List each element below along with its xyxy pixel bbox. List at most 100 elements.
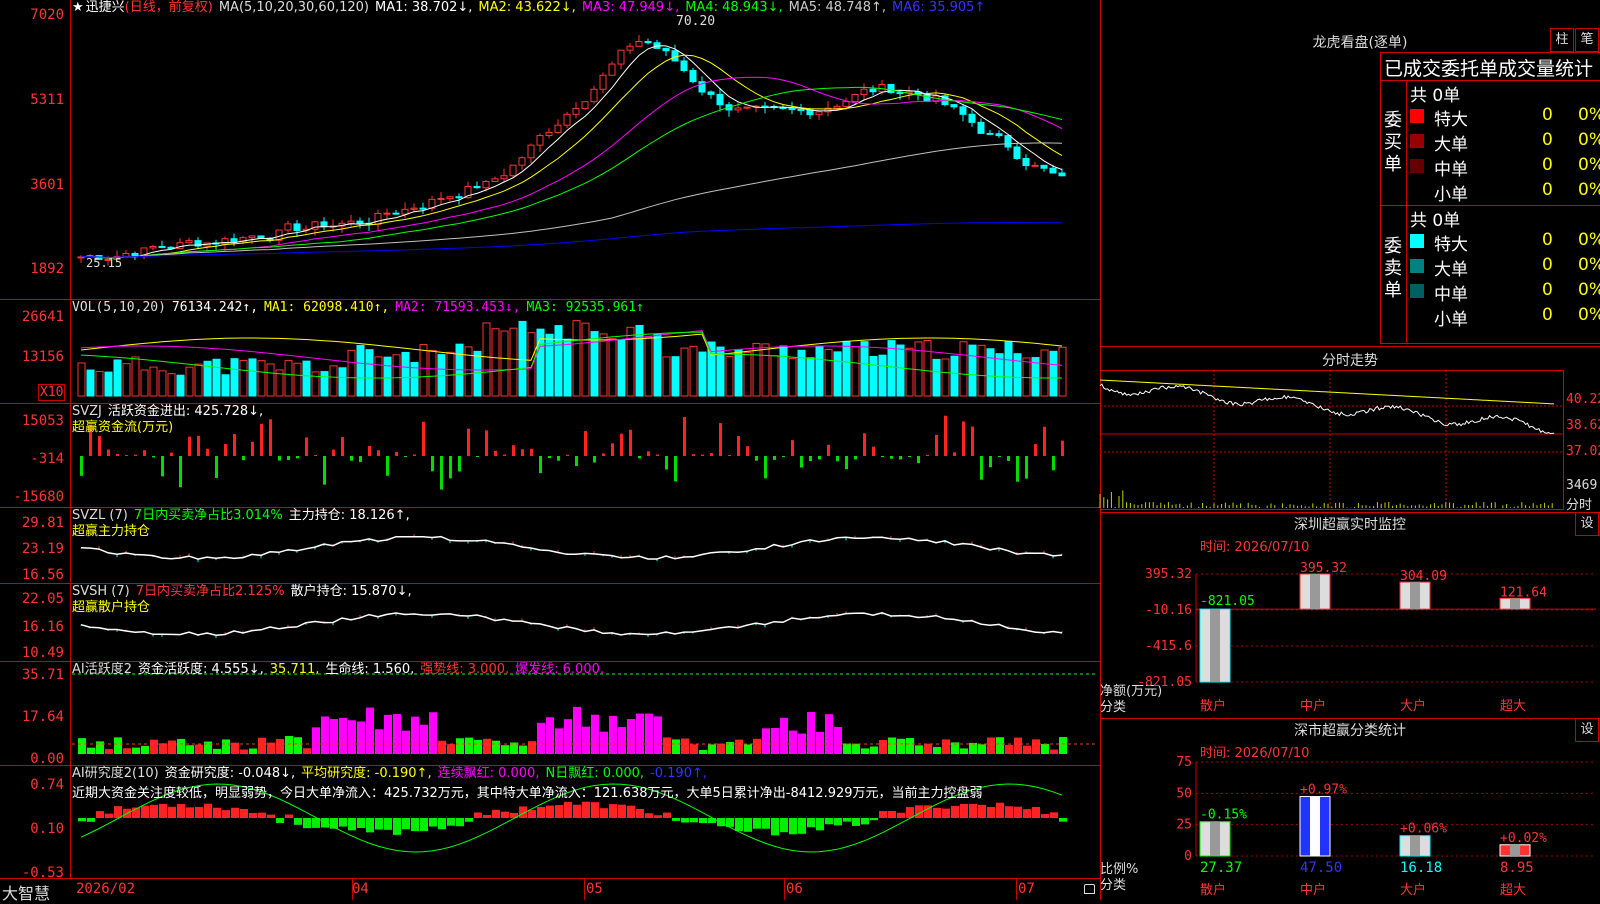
research-bar <box>942 808 950 818</box>
volume-bar <box>851 346 860 397</box>
research-bar <box>249 812 257 818</box>
volume-panel[interactable]: 26641 13156 X10 VOL(5,10,20) 76134.242↑, M… <box>0 300 1100 404</box>
flow-bar <box>377 450 380 456</box>
activity-bar <box>474 739 482 754</box>
candle <box>644 40 652 44</box>
candle <box>1040 164 1048 169</box>
dragon-tabs[interactable]: 已成交委托单成交量统计 <box>1384 54 1600 81</box>
candle <box>689 69 697 83</box>
vol-ma2: MA2: 71593.453↓, <box>395 300 521 315</box>
flow-bar <box>440 456 443 490</box>
monitor-y-label: -10.16 <box>1145 603 1192 618</box>
classify-title: 深市超赢分类统计 <box>1294 723 1406 739</box>
candle <box>122 253 130 257</box>
intraday-box[interactable] <box>1100 370 1564 510</box>
candle <box>599 74 607 90</box>
research-bar <box>996 802 1004 818</box>
star-icon[interactable]: ★ <box>72 0 84 15</box>
activity-bar <box>78 738 86 754</box>
activity-bar <box>978 744 986 754</box>
candle <box>581 101 589 110</box>
flow-bar <box>872 446 875 456</box>
ma4-value: MA4: 48.943↓, <box>685 0 783 15</box>
volume-bar <box>509 327 518 397</box>
candle <box>671 50 679 62</box>
intraday-y-label: 40.22 <box>1566 392 1600 407</box>
candle <box>662 47 670 52</box>
flow-bar <box>755 456 758 461</box>
candle <box>401 208 409 215</box>
research-bar <box>654 815 662 818</box>
classify-settings-button[interactable]: 设 <box>1575 718 1599 742</box>
candle <box>986 132 994 135</box>
volume-bar <box>527 332 536 397</box>
volume-bar <box>518 320 527 397</box>
flow-bar <box>260 423 263 456</box>
flow-bar <box>719 423 722 456</box>
monitor-top-line <box>1100 512 1600 513</box>
ma-line <box>80 45 1063 259</box>
sell-side-label: 委卖单 <box>1384 236 1402 301</box>
monitor-settings-button[interactable]: 设 <box>1575 512 1599 536</box>
ai-research-panel[interactable]: 0.74 0.10 -0.53 AI研究度2(10) 资金研究度: -0.048↓… <box>0 766 1100 880</box>
activity-bar <box>249 748 257 754</box>
flow-bar <box>485 430 488 456</box>
volume-bar <box>1013 353 1022 397</box>
ai-activity-panel[interactable]: 35.71 17.64 0.00 AI活跃度2 资金活跃度: 4.555↓, 35.… <box>0 662 1100 766</box>
lock-icon[interactable] <box>1084 884 1095 894</box>
svsh-panel[interactable]: 22.05 16.16 10.49 SVSH (7) 7日内买卖净占比2.125%… <box>0 584 1100 662</box>
volume-bar <box>311 371 320 397</box>
order-pct: 0% <box>1578 155 1600 175</box>
research-bar <box>258 812 266 818</box>
activity-bar <box>213 748 221 754</box>
change-label: +0.02% <box>1500 831 1547 846</box>
research-bar <box>114 806 122 818</box>
x-axis-tick <box>1016 878 1017 900</box>
candle <box>509 164 517 177</box>
volume-bar <box>932 358 941 397</box>
svzl-panel[interactable]: 29.81 23.19 16.56 SVZL (7) 7日内买卖净占比3.014%… <box>0 508 1100 584</box>
bar-mode-button[interactable]: 柱 <box>1550 28 1574 52</box>
ratio-bar <box>1299 795 1331 857</box>
intraday-title: 分时走势 <box>1322 353 1378 369</box>
vol-header: VOL(5,10,20) 76134.242↑, MA1: 62098.410↑, M… <box>72 300 650 316</box>
activity-bar <box>465 737 473 754</box>
candle <box>473 185 481 189</box>
color-swatch <box>1410 259 1424 273</box>
tick-mode-button[interactable]: 笔 <box>1575 28 1599 52</box>
flow-bar <box>557 456 560 461</box>
research-bar <box>411 818 419 832</box>
flow-bar <box>278 456 281 461</box>
research-bar <box>303 818 311 829</box>
volume-bar <box>968 344 977 397</box>
order-row: 特大 0 0% <box>1410 105 1600 130</box>
activity-bar <box>861 748 869 754</box>
monitor-title: 深圳超赢实时监控 <box>1294 517 1406 533</box>
research-bar <box>177 804 185 818</box>
candle <box>896 92 904 95</box>
kline-chart[interactable] <box>0 0 1100 300</box>
research-bar <box>483 814 491 818</box>
ai-research-chart[interactable] <box>0 766 1100 878</box>
svzj-panel[interactable]: 15053 -314 -15680 SVZJ 活跃资金进出: 425.728↓, … <box>0 404 1100 508</box>
chart-mode[interactable]: (日线，前复权) <box>125 0 213 15</box>
net-bar <box>1299 573 1331 610</box>
ratio-bar-shade <box>1410 835 1420 856</box>
volume-bar <box>1040 349 1049 397</box>
flow-bar <box>800 456 803 468</box>
volume-bar <box>680 347 689 397</box>
research-bar <box>267 814 275 818</box>
net-value-label: 395.32 <box>1300 561 1347 576</box>
candle <box>797 109 805 112</box>
activity-bar <box>186 745 194 754</box>
research-bar <box>744 818 752 832</box>
activity-bar <box>699 749 707 754</box>
activity-bar <box>438 740 446 754</box>
flow-bar <box>899 456 902 460</box>
flow-bar <box>269 419 272 456</box>
kline-panel[interactable]: 7020 5311 3601 1892 ★ 迅捷兴(日线，前复权) MA(5,10,… <box>0 0 1100 300</box>
research-bar <box>492 809 500 818</box>
research-bar <box>555 805 563 818</box>
net-value-label: 304.09 <box>1400 569 1447 584</box>
volume-bar <box>752 342 761 397</box>
